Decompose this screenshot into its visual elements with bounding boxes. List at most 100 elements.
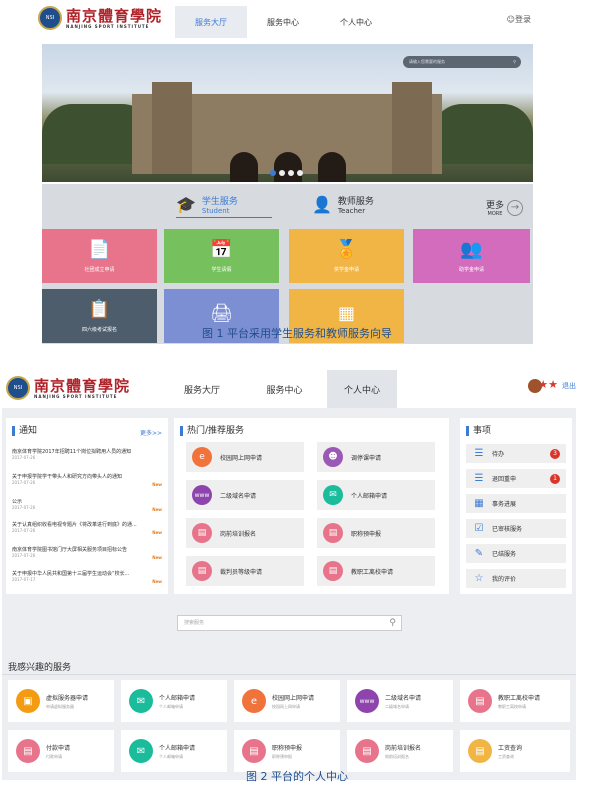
logo-chinese-name: 南京體育學院 bbox=[66, 6, 163, 25]
school-logo[interactable]: NSI 南京體育學院 NANJING SPORT INSTITUTE bbox=[38, 6, 162, 30]
carousel-dot[interactable] bbox=[279, 170, 285, 176]
notice-item[interactable]: 关于认真组织收看电视专题片《将改革进行到底》的通... 2017-07-26 New bbox=[12, 521, 162, 535]
ie-icon: e bbox=[242, 689, 266, 713]
carousel-dot[interactable] bbox=[288, 170, 294, 176]
nav-service-hall[interactable]: 服务大厅 bbox=[162, 370, 242, 408]
school-logo[interactable]: NSI 南京體育學院 NANJING SPORT INSTITUTE bbox=[6, 376, 130, 400]
search-icon: ⚲ bbox=[513, 59, 516, 64]
task-label: 待办 bbox=[492, 451, 505, 458]
card-subtitle: 工资查询 bbox=[498, 753, 514, 759]
login-link[interactable]: ☺登录 bbox=[507, 14, 531, 25]
notice-date: 2017-07-26 bbox=[12, 553, 36, 558]
service-title-pre-application[interactable]: ▤ 职称预申报 bbox=[317, 518, 435, 548]
tile-club-application[interactable]: 📄 社团成立申请 bbox=[42, 229, 157, 283]
card-title: 个人邮箱申请 bbox=[159, 694, 196, 702]
notice-item[interactable]: 关于申报中华人民共和国第十三届学生运动会“校长... 2017-07-17 New bbox=[12, 570, 162, 584]
login-label: 登录 bbox=[515, 15, 531, 24]
service-referee-level[interactable]: ▤ 裁判员等级申请 bbox=[186, 556, 304, 586]
card-title: 二级域名申请 bbox=[385, 694, 422, 702]
notice-text: 公示 bbox=[12, 499, 23, 505]
tile-student-leave[interactable]: 📅 学生请假 bbox=[164, 229, 279, 283]
banner-arch bbox=[318, 152, 346, 182]
service-subdomain[interactable]: www 二级域名申请 bbox=[186, 480, 304, 510]
tab-teacher-title: 教师服务 bbox=[337, 197, 374, 207]
service-staff-leave[interactable]: ▤ 教职工离校申请 bbox=[317, 556, 435, 586]
tile-grant[interactable]: 👥 助学金申请 bbox=[413, 229, 530, 283]
carousel-dot[interactable] bbox=[270, 170, 276, 176]
banner-search-input[interactable]: 请输入您需要的服务 ⚲ bbox=[403, 56, 521, 68]
notice-item[interactable]: 公示 2017-07-26 New bbox=[12, 498, 162, 512]
tile-scholarship[interactable]: 🏅 奖学金申请 bbox=[289, 229, 404, 283]
search-placeholder: 搜索服务 bbox=[184, 620, 205, 626]
notice-item[interactable]: 南京体育学院2017年招聘11个岗位拟聘用人员的通知 2017-07-26 bbox=[12, 448, 162, 460]
card-title: 教职工离校申请 bbox=[498, 694, 541, 702]
service-personal-mail[interactable]: ✉ 个人邮箱申请 bbox=[317, 480, 435, 510]
check-doc-icon: ☑ bbox=[474, 522, 484, 534]
service-label: 教职工离校申请 bbox=[351, 568, 394, 576]
task-completed[interactable]: ✎ 已结服务 bbox=[466, 544, 566, 563]
nav-service-center[interactable]: 服务中心 bbox=[242, 370, 327, 408]
tab-teacher-sub: Teacher bbox=[337, 207, 366, 215]
card-icon: ▤ bbox=[468, 739, 492, 763]
banner-arch bbox=[230, 152, 258, 182]
document-icon: ▤ bbox=[323, 561, 343, 581]
nav-service-hall[interactable]: 服务大厅 bbox=[175, 6, 247, 38]
nav-personal-center[interactable]: 个人中心 bbox=[327, 370, 397, 408]
card-title-pre-application[interactable]: ▤ 职称预申报 职称预申报 bbox=[234, 730, 340, 772]
card-virtual-server[interactable]: ▣ 虚拟服务器申请 申请虚拟服务器 bbox=[8, 680, 114, 722]
card-subdomain[interactable]: www 二级域名申请 二级域名申请 bbox=[347, 680, 453, 722]
card-personal-mail[interactable]: ✉ 个人邮箱申请 个人邮箱申请 bbox=[121, 680, 227, 722]
tasks-title: 事项 bbox=[466, 426, 491, 436]
nav-personal-center[interactable]: 个人中心 bbox=[320, 6, 392, 38]
www-icon: www bbox=[355, 689, 379, 713]
document-icon: ▤ bbox=[16, 739, 40, 763]
card-subtitle: 职称预申报 bbox=[272, 753, 292, 759]
card-subtitle: 岗前培训报名 bbox=[385, 753, 409, 759]
nav-service-center[interactable]: 服务中心 bbox=[248, 6, 318, 38]
carousel-dots[interactable] bbox=[270, 170, 303, 176]
service-search-input[interactable]: 搜索服务 ⚲ bbox=[177, 615, 402, 631]
notice-date: 2017-07-26 bbox=[12, 528, 36, 533]
task-reviewed[interactable]: ☑ 已审核服务 bbox=[466, 519, 566, 538]
tile-label: 学生请假 bbox=[211, 267, 232, 273]
card-personal-mail[interactable]: ✉ 个人邮箱申请 个人邮箱申请 bbox=[121, 730, 227, 772]
notice-more-link[interactable]: 更多>> bbox=[140, 428, 162, 437]
logo-chinese-name: 南京體育學院 bbox=[34, 376, 131, 395]
task-label: 已审核服务 bbox=[492, 526, 523, 533]
task-progress[interactable]: ▦ 事务进展 bbox=[466, 494, 566, 513]
service-pre-job-training[interactable]: ▤ 岗前培训报名 bbox=[186, 518, 304, 548]
tile-label: 奖学金申请 bbox=[333, 267, 359, 273]
divider bbox=[2, 674, 576, 675]
search-placeholder: 请输入您需要的服务 bbox=[409, 59, 445, 64]
card-payment[interactable]: ▤ 付款申请 付款申请 bbox=[8, 730, 114, 772]
document-icon: ▤ bbox=[355, 739, 379, 763]
card-title: 岗前培训报名 bbox=[385, 744, 422, 752]
task-my-rating[interactable]: ☆ 我的评价 bbox=[466, 569, 566, 588]
card-pre-job-training[interactable]: ▤ 岗前培训报名 岗前培训报名 bbox=[347, 730, 453, 772]
tab-student-service[interactable]: 🎓 学生服务 Student bbox=[176, 194, 272, 218]
notice-item[interactable]: 南京体育学院图书馆门厅大屏相关服务项目招标公告 2017-07-26 New bbox=[12, 546, 162, 560]
ie-icon: e bbox=[192, 447, 212, 467]
banner-carousel[interactable]: 请输入您需要的服务 ⚲ bbox=[42, 44, 533, 182]
service-label: 职称预申报 bbox=[351, 530, 382, 538]
service-class-adjust[interactable]: ☻ 调停课申请 bbox=[317, 442, 435, 472]
logout-link[interactable]: 退出 bbox=[562, 381, 576, 391]
task-returned[interactable]: ☰ 退回重申 1 bbox=[466, 469, 566, 488]
banner-tower-left bbox=[152, 82, 192, 174]
teacher-icon: 👤 bbox=[312, 195, 332, 214]
service-campus-network[interactable]: e 校园网上网申请 bbox=[186, 442, 304, 472]
tile-label: 助学金申请 bbox=[458, 267, 484, 273]
tab-teacher-service[interactable]: 👤 教师服务 Teacher bbox=[312, 194, 374, 215]
more-button[interactable]: 更多 MORE → bbox=[486, 198, 523, 217]
card-subtitle: 付款申请 bbox=[46, 753, 62, 759]
carousel-dot[interactable] bbox=[297, 170, 303, 176]
notice-text: 关于申报中华人民共和国第十三届学生运动会“校长... bbox=[12, 571, 130, 577]
card-campus-network[interactable]: e 校园网上网申请 校园网上网申请 bbox=[234, 680, 340, 722]
notice-text: 南京体育学院图书馆门厅大屏相关服务项目招标公告 bbox=[12, 547, 128, 553]
notice-item[interactable]: 关于申报学院学干带头人和研究方向带头人的通知 2017-07-26 New bbox=[12, 473, 162, 487]
card-staff-leave[interactable]: ▤ 教职工离校申请 教职工离校申请 bbox=[460, 680, 570, 722]
task-label: 我的评价 bbox=[492, 576, 517, 583]
task-todo[interactable]: ☰ 待办 3 bbox=[466, 444, 566, 463]
task-label: 已结服务 bbox=[492, 551, 517, 558]
card-salary-query[interactable]: ▤ 工资查询 工资查询 bbox=[460, 730, 570, 772]
